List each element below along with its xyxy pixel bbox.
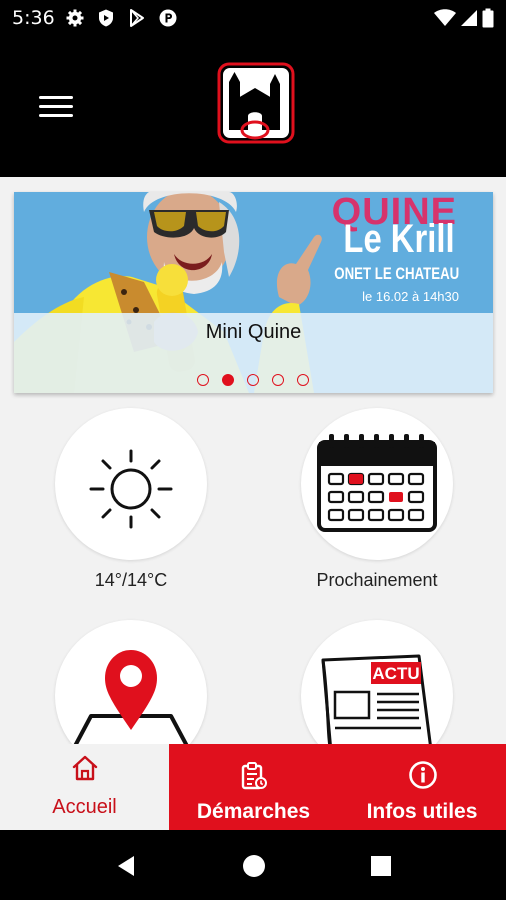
nav-label-infos-utiles: Infos utiles <box>366 800 478 823</box>
weather-label: 14°/14°C <box>94 570 168 590</box>
play-store-icon <box>130 9 144 27</box>
newspaper-icon-text: ACTU <box>372 664 419 683</box>
carousel-dot-4[interactable] <box>272 374 284 386</box>
sun-icon <box>89 449 173 529</box>
nav-item-demarches[interactable]: Démarches <box>169 744 338 830</box>
calendar-label: Prochainement <box>316 570 438 590</box>
event-banner[interactable]: QUINE Le Krill ONET LE CHATEAU le 16.02 … <box>14 192 493 393</box>
status-time: 5:36 <box>12 7 55 29</box>
banner-headline-4: le 16.02 à 14h30 <box>362 289 459 304</box>
app-bar <box>0 36 506 177</box>
castle-logo[interactable] <box>217 62 295 144</box>
carousel-dot-2[interactable] <box>222 374 234 386</box>
nav-item-accueil[interactable]: Accueil <box>0 744 169 830</box>
home-icon <box>72 755 98 781</box>
circle-p-icon <box>159 9 177 27</box>
clipboard-icon <box>241 762 267 790</box>
banner-headline-2: Le Krill <box>343 217 455 261</box>
nav-item-infos-utiles[interactable]: Infos utiles <box>338 744 506 830</box>
back-icon[interactable] <box>114 854 138 878</box>
system-navigation-bar <box>0 830 506 900</box>
carousel-dot-5[interactable] <box>297 374 309 386</box>
bottom-navigation: Accueil Démarches Infos utiles <box>0 744 506 830</box>
nav-label-accueil: Accueil <box>52 796 117 818</box>
nav-label-demarches: Démarches <box>196 800 311 823</box>
calendar-tile[interactable] <box>301 408 453 560</box>
recents-icon[interactable] <box>369 854 393 878</box>
carousel-dot-3[interactable] <box>247 374 259 386</box>
status-bar: 5:36 <box>0 0 506 36</box>
banner-caption: Mini Quine <box>205 321 302 343</box>
banner-headline-3: ONET LE CHATEAU <box>334 264 459 283</box>
signal-icon <box>461 10 477 26</box>
menu-button[interactable] <box>34 90 78 124</box>
info-icon <box>409 761 437 789</box>
banner-caption-bar: Mini Quine <box>14 313 493 393</box>
newspaper-icon: ACTU <box>321 654 433 754</box>
shield-icon <box>99 9 113 27</box>
carousel-dot-1[interactable] <box>197 374 209 386</box>
calendar-icon <box>317 434 437 532</box>
home-button-icon[interactable] <box>242 854 266 878</box>
battery-icon <box>482 8 494 28</box>
weather-tile[interactable] <box>55 408 207 560</box>
settings-icon <box>66 9 84 27</box>
map-pin-icon <box>73 650 189 748</box>
wifi-icon <box>434 9 456 26</box>
